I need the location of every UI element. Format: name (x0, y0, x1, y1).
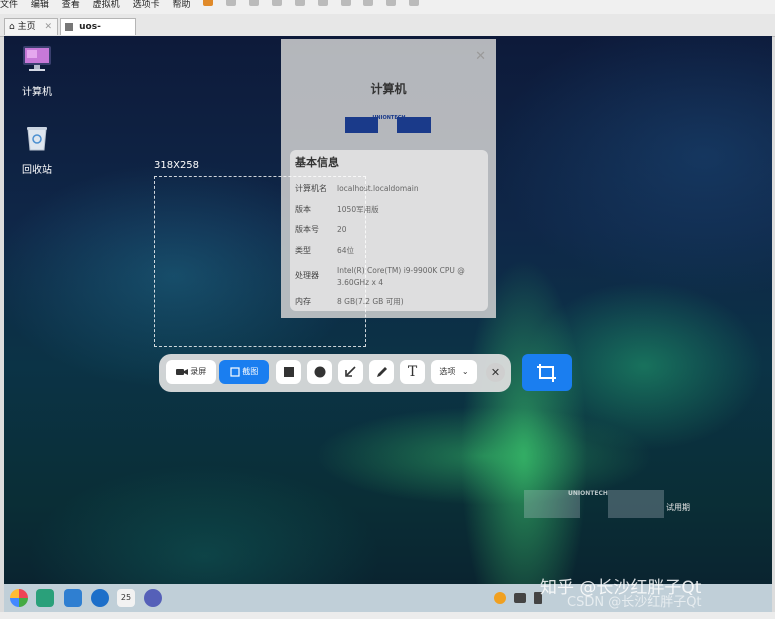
console-view-icon[interactable] (409, 0, 420, 6)
home-icon: ⌂ (9, 22, 15, 32)
tab-home-label: 主页 (17, 22, 36, 32)
trash-icon (7, 124, 67, 155)
menu-item-tabs[interactable]: 选项卡 (133, 0, 160, 10)
chevron-down-icon: ⌄ (461, 367, 469, 376)
screenshot-button[interactable]: 截图 (219, 360, 269, 384)
vmware-status-bar (0, 612, 775, 619)
close-icon[interactable]: ✕ (475, 49, 486, 64)
info-heading: 基本信息 (295, 156, 339, 169)
text-icon: T (407, 364, 418, 380)
close-toolbar-button[interactable]: ✕ (486, 363, 505, 382)
logo-text: UNIONTECH (372, 115, 406, 121)
menu-item-vm[interactable]: 虚拟机 (93, 0, 120, 10)
uniontech-logo: UNIONTECH (345, 115, 431, 133)
menu-item-view[interactable]: 查看 (62, 0, 80, 10)
guest-desktop[interactable]: 计算机 回收站 ✕ 计算机 UNIONTECH 基本信息 计算机名 localh… (4, 36, 772, 584)
menu-item-file[interactable]: 文件 (0, 0, 18, 10)
vm-icon (65, 22, 73, 31)
watermark-logo-text: UNIONTECH (568, 490, 608, 497)
pen-tool-button[interactable] (369, 360, 394, 384)
send-keys-icon[interactable] (226, 0, 237, 6)
view-console-icon[interactable] (317, 0, 328, 6)
options-dropdown[interactable]: 选项 ⌄ (431, 360, 477, 384)
arrow-icon (345, 366, 356, 377)
tab-home[interactable]: ⌂ 主页 ✕ (4, 18, 58, 35)
revert-icon[interactable] (271, 0, 282, 6)
stretch-icon[interactable] (386, 0, 397, 6)
settings-icon[interactable] (144, 589, 162, 607)
circle-icon (314, 366, 326, 377)
calendar-date: 25 (120, 593, 132, 602)
options-label: 选项 (439, 367, 456, 376)
rectangle-tool-button[interactable] (276, 360, 301, 384)
ellipse-tool-button[interactable] (307, 360, 332, 384)
screenshot-toolbar: 录屏 截图 T 选项 ⌄ ✕ (159, 354, 511, 392)
terminal-icon[interactable] (36, 589, 54, 607)
computer-icon (7, 44, 67, 77)
close-icon: ✕ (490, 366, 501, 379)
pause-icon[interactable] (203, 0, 214, 6)
desktop-icon-trash[interactable]: 回收站 (7, 124, 67, 176)
screenshot-selection-box[interactable] (154, 176, 366, 347)
close-icon[interactable]: ✕ (44, 22, 52, 32)
manage-snapshots-icon[interactable] (294, 0, 305, 6)
pencil-icon (376, 366, 388, 377)
dialog-title: 计算机 (370, 82, 407, 96)
capture-confirm-button[interactable] (522, 354, 572, 391)
unity-icon[interactable] (363, 0, 374, 6)
menu-item-help[interactable]: 帮助 (172, 0, 190, 10)
snapshot-icon[interactable] (249, 0, 260, 6)
file-manager-icon[interactable] (64, 589, 82, 607)
fullscreen-icon[interactable] (340, 0, 351, 6)
arrow-tool-button[interactable] (338, 360, 363, 384)
app-menubar: 文件 编辑 查看 虚拟机 选项卡 帮助 (0, 0, 775, 15)
trial-label: 试用期 (666, 503, 690, 512)
tab-uos-server[interactable]: uos-server ✕ (60, 18, 136, 48)
record-button[interactable]: 录屏 (166, 360, 216, 384)
desktop-icon-label: 回收站 (22, 165, 52, 176)
csdn-watermark: CSDN @长沙红胖子Qt (567, 595, 702, 610)
selection-size-label: 318X258 (154, 160, 200, 171)
browser-icon[interactable] (91, 589, 109, 607)
calendar-icon[interactable]: 25 (117, 589, 135, 607)
tray-keyboard-icon[interactable] (514, 593, 526, 603)
video-camera-icon (175, 367, 191, 376)
record-label: 录屏 (190, 367, 207, 376)
tray-power-icon[interactable] (494, 592, 506, 604)
uos-watermark-logo: UNIONTECH (524, 490, 664, 520)
screenshot-label: 截图 (242, 367, 259, 376)
tab-strip: ⌂ 主页 ✕ uos-server ✕ (0, 14, 775, 48)
launcher-icon[interactable] (10, 589, 28, 607)
menu-item-edit[interactable]: 编辑 (31, 0, 49, 10)
text-tool-button[interactable]: T (400, 360, 425, 384)
square-icon (283, 366, 294, 377)
desktop-icon-label: 计算机 (22, 87, 52, 98)
desktop-icon-computer[interactable]: 计算机 (7, 44, 67, 98)
screenshot-icon (230, 366, 243, 377)
